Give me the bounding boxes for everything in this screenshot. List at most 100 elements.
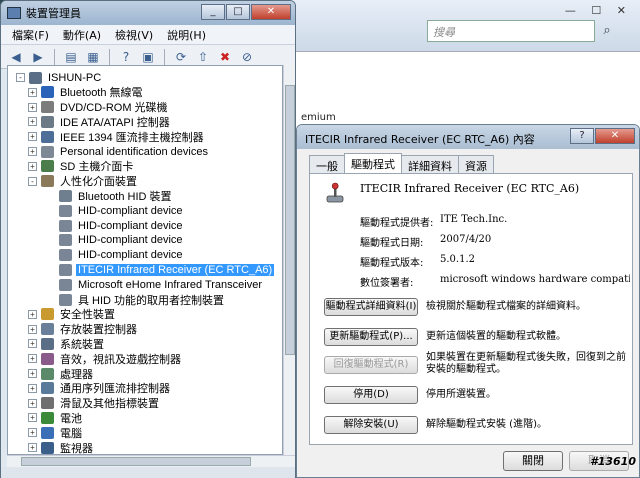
tree-item[interactable]: - 人性化介面裝置 [28,174,139,189]
tree-item[interactable]: + Bluetooth 無線電 [28,85,145,100]
expand-icon[interactable]: + [28,369,37,378]
disable-icon[interactable]: ⊘ [238,48,256,66]
device-icon [41,175,54,188]
tree-item[interactable]: + Personal identification devices [28,144,210,159]
tree-item[interactable]: + 通用序列匯流排控制器 [28,381,172,396]
tree-item[interactable]: - ISHUN-PC [16,70,103,85]
tree-item[interactable]: + 滑鼠及其他指標裝置 [28,396,161,411]
expand-icon[interactable]: + [28,398,37,408]
expand-icon[interactable]: + [28,354,37,364]
tree-item[interactable]: Microsoft eHome Infrared Transceiver [46,277,264,292]
vertical-scrollbar[interactable] [283,65,295,455]
tree-item[interactable]: + 系統裝置 [28,336,106,351]
toolbar-separator [164,48,165,65]
close-dialog-button[interactable]: 關閉 [503,451,563,471]
update-driver-icon[interactable]: ⇧ [194,48,212,66]
tree-item[interactable]: + SD 主機介面卡 [28,159,135,174]
expand-icon[interactable]: + [28,443,37,452]
device-icon [41,337,54,350]
expand-icon[interactable]: + [28,147,37,156]
device-tree[interactable]: - ISHUN-PC + Bluetooth 無線電 + DVD/CD-ROM 光碟機 + I… [7,65,283,455]
back-arrow-icon[interactable]: ◀ [7,48,25,66]
tree-item[interactable]: Bluetooth HID 裝置 [46,188,174,203]
expand-icon[interactable]: + [28,339,37,349]
forward-arrow-icon[interactable]: ▶ [29,48,47,66]
expand-icon[interactable]: + [28,413,37,423]
tree-item[interactable]: HID-compliant device [46,233,185,248]
expand-icon[interactable]: + [28,102,37,112]
console-tree-icon[interactable]: ▤ [62,48,80,66]
expand-icon[interactable]: + [28,428,37,438]
tree-item[interactable]: + IDE ATA/ATAPI 控制器 [28,114,172,129]
uninstall-button[interactable]: 解除安裝(U) [324,416,418,434]
menu-bar: 檔案(F) 動作(A) 檢視(V) 說明(H) [1,25,295,45]
properties-icon[interactable]: ▦ [84,48,102,66]
help-icon[interactable]: ? [117,48,135,66]
collapse-icon[interactable]: - [16,73,25,82]
uninstall-icon[interactable]: ✖ [216,48,234,66]
tab-resources[interactable]: 資源 [458,155,494,173]
scroll-thumb[interactable] [285,85,295,355]
tree-item[interactable]: HID-compliant device [46,218,185,233]
tab-general[interactable]: 一般 [309,155,345,173]
tab-driver[interactable]: 驅動程式 [344,153,402,173]
tree-item[interactable]: ITECIR Infrared Receiver (EC RTC_A6) [46,262,275,277]
tree-item[interactable]: HID-compliant device [46,203,185,218]
expand-icon[interactable]: + [28,132,37,142]
tree-item[interactable]: + 安全性裝置 [28,307,117,322]
search-icon[interactable]: ⌕ [597,20,617,42]
menu-view[interactable]: 檢視(V) [108,27,160,43]
help-button[interactable]: ? [570,128,594,144]
rollback-driver-button[interactable]: 回復驅動程式(R) [324,356,418,374]
expand-icon[interactable]: + [28,117,37,127]
device-icon [41,382,54,395]
device-icon [41,130,54,143]
device-icon [41,411,54,424]
tree-item[interactable]: + 存放裝置控制器 [28,322,139,337]
dialog-close-button[interactable]: ✕ [595,128,635,144]
driver-details-button[interactable]: 驅動程式詳細資料(I) [324,298,418,316]
update-driver-button[interactable]: 更新驅動程式(P)... [324,328,418,346]
tree-item[interactable]: + 電腦 [28,425,84,440]
menu-help[interactable]: 說明(H) [160,27,213,43]
joystick-icon [326,182,344,203]
menu-file[interactable]: 檔案(F) [5,27,56,43]
tree-item[interactable]: 具 HID 功能的取用者控制裝置 [46,292,226,307]
horizontal-scrollbar[interactable] [7,455,295,467]
disable-desc: 停用所選裝置。 [426,389,496,400]
expand-icon[interactable]: + [28,87,37,97]
window-controls: _ □ ✕ [201,4,291,20]
tree-item-label: Personal identification devices [60,145,208,158]
background-search-input[interactable]: 搜尋 [427,20,595,42]
expand-icon[interactable]: + [28,324,37,334]
tree-item[interactable]: + 處理器 [28,366,95,381]
menu-action[interactable]: 動作(A) [56,27,108,43]
tree-item[interactable]: + IEEE 1394 匯流排主機控制器 [28,129,206,144]
scan-hardware-icon[interactable]: ⟳ [172,48,190,66]
device-icon [41,367,54,380]
device-manager-icon [7,7,21,19]
tree-item[interactable]: + 電池 [28,410,84,425]
background-window-controls[interactable]: — ☐ ✕ [565,4,632,17]
device-icon [41,323,54,336]
disable-button[interactable]: 停用(D) [324,386,418,404]
tree-item[interactable]: + DVD/CD-ROM 光碟機 [28,100,170,115]
view-icon[interactable]: ▣ [139,48,157,66]
expand-icon[interactable]: + [28,309,37,319]
device-manager-window: 裝置管理員 _ □ ✕ 檔案(F) 動作(A) 檢視(V) 說明(H) ◀ ▶ … [0,0,296,478]
close-button[interactable]: ✕ [251,4,291,20]
device-icon [41,426,54,439]
rollback-driver-desc: 如果裝置在更新驅動程式後失敗，回復到之前安裝的驅動程式。 [426,352,626,375]
tree-item[interactable]: + 監視器 [28,440,95,454]
maximize-button[interactable]: □ [226,4,250,20]
driver-date-row: 驅動程式日期: 2007/4/20 [360,234,491,249]
tree-item[interactable]: HID-compliant device [46,248,185,263]
expand-icon[interactable]: + [28,383,37,393]
expand-icon[interactable]: + [28,161,37,171]
tree-item[interactable]: + 音效，視訊及遊戲控制器 [28,351,183,366]
collapse-icon[interactable]: - [28,176,37,186]
scroll-thumb[interactable] [21,457,251,466]
tab-details[interactable]: 詳細資料 [401,155,459,173]
minimize-button[interactable]: _ [201,4,225,20]
tree-item-label: 存放裝置控制器 [60,324,137,337]
